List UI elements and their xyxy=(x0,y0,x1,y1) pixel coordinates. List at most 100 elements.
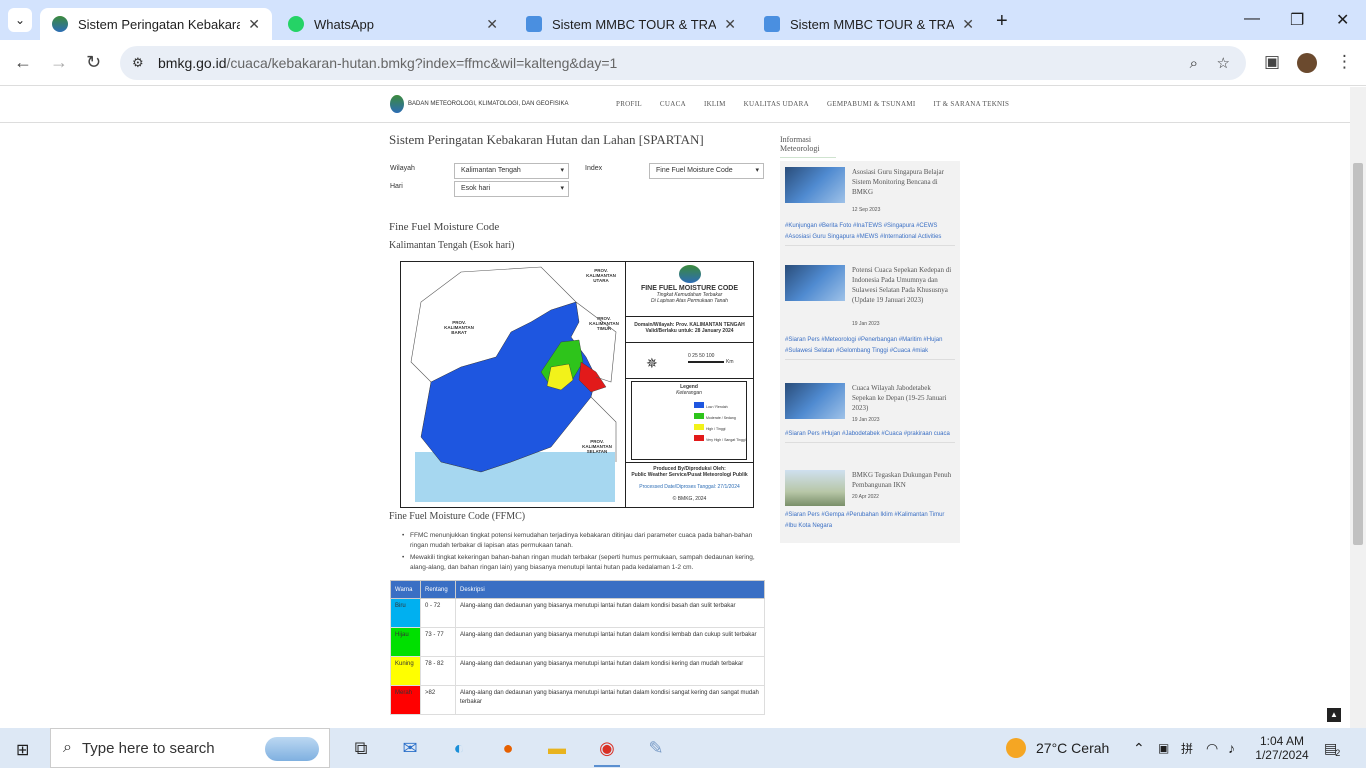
side-panel-icon[interactable]: ▣ xyxy=(1264,52,1280,72)
volume-icon[interactable]: ♪ xyxy=(1228,728,1235,768)
forward-button[interactable]: → xyxy=(50,52,68,73)
news-title[interactable]: Cuaca Wilayah Jabodetabek Sepekan ke Dep… xyxy=(852,383,952,413)
clock[interactable]: 1:04 AM 1/27/2024 xyxy=(1250,728,1314,768)
menu-icon[interactable]: ⋮ xyxy=(1336,52,1353,72)
ffmc-description-list: FFMC menunjukkan tingkat potensi kemudah… xyxy=(400,531,760,575)
taskbar-search[interactable]: ⌕ Type here to search xyxy=(50,728,330,768)
ffmc-map[interactable]: PROV. KALIMANTAN BARAT PROV. KALIMANTAN … xyxy=(400,261,754,508)
news-date: 19 Jan 2023 xyxy=(852,321,880,327)
bmkg-logo-icon xyxy=(390,95,404,113)
close-icon[interactable]: ✕ xyxy=(724,16,736,33)
nav-gempabumi[interactable]: GEMPABUMI & TSUNAMI xyxy=(827,100,916,108)
nav-profil[interactable]: PROFIL xyxy=(616,100,642,108)
news-title[interactable]: Potensi Cuaca Sepekan Kedepan di Indones… xyxy=(852,265,952,305)
legend-swatch-moderate xyxy=(694,413,704,419)
meet-now-icon[interactable]: ▣ xyxy=(1158,728,1169,768)
nav-cuaca[interactable]: CUACA xyxy=(660,100,686,108)
edge-icon[interactable]: ◐ xyxy=(446,736,472,760)
clock-date: 1/27/2024 xyxy=(1255,748,1309,762)
tab-whatsapp[interactable]: WhatsApp ✕ xyxy=(276,8,510,40)
address-bar[interactable]: ⚙ bmkg.go.id/cuaca/kebakaran-hutan.bmkg?… xyxy=(120,46,1246,80)
tab-mmbc-2[interactable]: Sistem MMBC TOUR & TRAVEL ✕ xyxy=(752,8,986,40)
close-icon[interactable]: ✕ xyxy=(486,16,498,33)
legend-label-moderate: Moderate / Sedang xyxy=(706,416,736,420)
tray-chevron-icon[interactable]: ⌃ xyxy=(1133,728,1145,768)
windows-start-icon[interactable]: ⊞ xyxy=(16,740,29,760)
news-thumbnail[interactable] xyxy=(785,470,845,506)
tab-strip: ⌄ Sistem Peringatan Kebakaran H ✕ WhatsA… xyxy=(0,0,1366,40)
news-tags[interactable]: #Siaran Pers #Gempa #Perubahan Iklim #Ka… xyxy=(785,510,955,534)
weather-widget[interactable]: 27°C Cerah xyxy=(1006,728,1109,768)
nav-iklim[interactable]: IKLIM xyxy=(704,100,726,108)
bmkg-logo-icon xyxy=(678,265,701,283)
nav-it-sarana[interactable]: IT & SARANA TEKNIS xyxy=(934,100,1010,108)
sidebar-heading[interactable]: Informasi Meteorologi xyxy=(780,135,836,158)
news-item[interactable]: Asosiasi Guru Singapura Belajar Sistem M… xyxy=(785,167,955,251)
site-info-icon[interactable]: ⚙ xyxy=(132,55,144,71)
profile-avatar[interactable] xyxy=(1297,53,1317,73)
back-button[interactable]: ← xyxy=(14,52,32,73)
news-tags[interactable]: #Siaran Pers #Hujan #Jabodetabek #Cuaca … xyxy=(785,429,955,443)
firefox-icon[interactable]: ● xyxy=(495,736,521,760)
label-kalbar: PROV. KALIMANTAN BARAT xyxy=(444,320,474,335)
back-to-top-button[interactable]: ▲ xyxy=(1327,708,1341,722)
notification-icon[interactable]: ▤ 2 xyxy=(1324,728,1340,768)
map-domain-box: Domain/Wilayah: Prov. KALIMANTAN TENGAH … xyxy=(626,317,753,343)
cell-color: Biru xyxy=(390,598,421,628)
news-tags[interactable]: #Kunjungan #Berita Foto #InaTEWS #Singap… xyxy=(785,221,955,246)
news-item[interactable]: Potensi Cuaca Sepekan Kedepan di Indones… xyxy=(785,265,955,365)
tab-title: Sistem Peringatan Kebakaran H xyxy=(78,16,241,32)
input-method-icon[interactable]: 拼 xyxy=(1181,728,1193,768)
page-scrollbar[interactable] xyxy=(1350,87,1366,728)
map-legend-box: Legend Keterangan Low / Rendah Moderate … xyxy=(626,379,753,463)
task-view-icon[interactable]: ⧉ xyxy=(348,736,374,760)
news-title[interactable]: BMKG Tegaskan Dukungan Penuh Pembangunan… xyxy=(852,470,952,490)
close-icon[interactable]: ✕ xyxy=(962,16,974,33)
scrollbar-thumb[interactable] xyxy=(1353,163,1363,545)
cell-range: 0 - 72 xyxy=(420,598,456,628)
ffmc-heading: Fine Fuel Moisture Code (FFMC) xyxy=(389,511,526,522)
close-icon[interactable]: ✕ xyxy=(248,16,260,33)
bookmark-star-icon[interactable]: ☆ xyxy=(1217,54,1230,72)
nav-kualitas-udara[interactable]: KUALITAS UDARA xyxy=(744,100,809,108)
cell-desc: Alang-alang dan dedaunan yang biasanya m… xyxy=(455,656,765,686)
table-row: Kuning 78 - 82 Alang-alang dan dedaunan … xyxy=(390,656,765,686)
news-sidebar: Asosiasi Guru Singapura Belajar Sistem M… xyxy=(780,161,960,543)
news-thumbnail[interactable] xyxy=(785,167,845,203)
scale-bar xyxy=(688,361,724,363)
map-scale-box: ✵ 0 25 50 100 Km xyxy=(626,343,753,379)
map-sub2: Di Lapisan Atas Permukaan Tanah xyxy=(651,298,728,304)
news-title[interactable]: Asosiasi Guru Singapura Belajar Sistem M… xyxy=(852,167,952,197)
minimize-button[interactable]: — xyxy=(1244,10,1260,28)
news-item[interactable]: BMKG Tegaskan Dukungan Penuh Pembangunan… xyxy=(785,470,955,538)
tab-mmbc-1[interactable]: Sistem MMBC TOUR & TRAVEL ✕ xyxy=(514,8,748,40)
news-tags[interactable]: #Siaran Pers #Meteorologi #Penerbangan #… xyxy=(785,335,955,360)
reload-button[interactable]: ↻ xyxy=(86,52,101,73)
chrome-icon[interactable]: ◉ xyxy=(594,736,620,767)
legend: Legend Keterangan Low / Rendah Moderate … xyxy=(631,381,747,460)
tab-title: WhatsApp xyxy=(314,16,374,32)
map-copyright: © BMKG, 2024 xyxy=(672,496,707,502)
news-thumbnail[interactable] xyxy=(785,383,845,419)
restore-button[interactable]: ❐ xyxy=(1290,10,1304,30)
paint-icon[interactable]: ✎ xyxy=(643,736,669,760)
close-window-button[interactable]: ✕ xyxy=(1336,10,1349,30)
bmkg-logo[interactable]: BADAN METEOROLOGI, KLIMATOLOGI, DAN GEOF… xyxy=(390,95,568,113)
news-thumbnail[interactable] xyxy=(785,265,845,301)
index-select[interactable]: Fine Fuel Moisture Code xyxy=(649,163,764,179)
tab-search-button[interactable]: ⌄ xyxy=(8,8,32,32)
hari-select[interactable]: Esok hari xyxy=(454,181,569,197)
file-explorer-icon[interactable]: ▬ xyxy=(544,736,570,760)
web-page: BADAN METEOROLOGI, KLIMATOLOGI, DAN GEOF… xyxy=(0,87,1350,728)
tab-spartan[interactable]: Sistem Peringatan Kebakaran H ✕ xyxy=(40,8,272,40)
wifi-icon[interactable]: ◠ xyxy=(1206,728,1218,768)
new-tab-button[interactable]: + xyxy=(996,10,1008,33)
globe-icon xyxy=(764,16,780,32)
zoom-icon[interactable]: ⌕ xyxy=(1190,55,1198,72)
page-title: Sistem Peringatan Kebakaran Hutan dan La… xyxy=(389,132,704,147)
news-date: 19 Jan 2023 xyxy=(852,417,880,423)
wilayah-select[interactable]: Kalimantan Tengah xyxy=(454,163,569,179)
mail-icon[interactable]: ✉ xyxy=(397,736,423,760)
clock-time: 1:04 AM xyxy=(1259,734,1305,748)
news-item[interactable]: Cuaca Wilayah Jabodetabek Sepekan ke Dep… xyxy=(785,383,955,455)
